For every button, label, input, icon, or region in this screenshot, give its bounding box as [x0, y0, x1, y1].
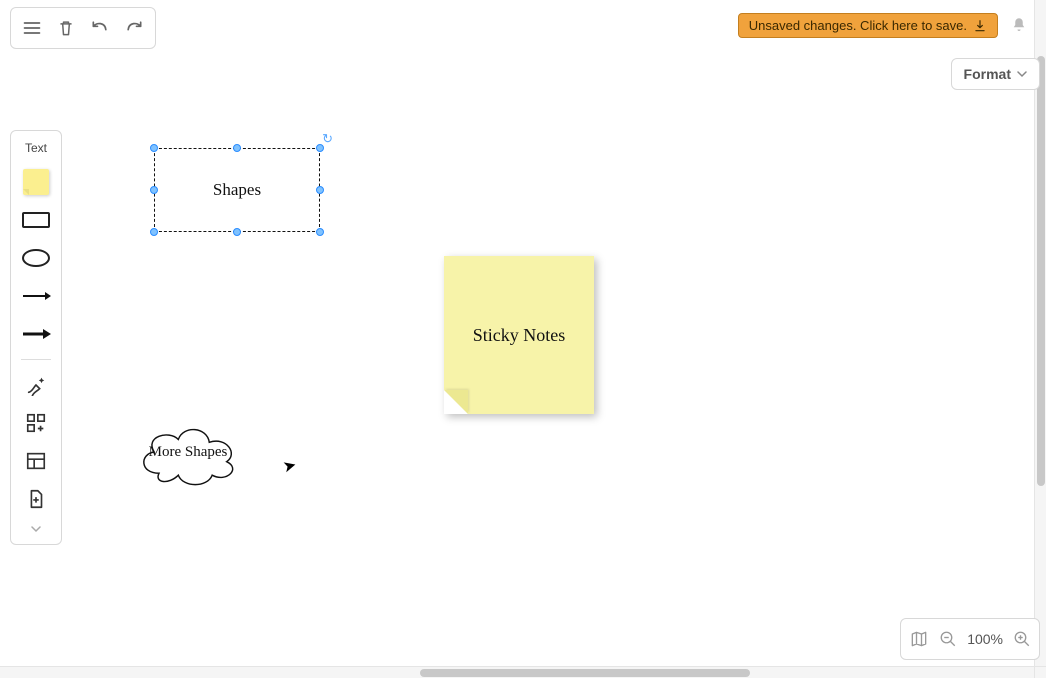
format-button[interactable]: Format [951, 58, 1040, 90]
unsaved-changes-banner[interactable]: Unsaved changes. Click here to save. [738, 13, 998, 38]
map-icon [909, 629, 929, 649]
line-tool[interactable] [18, 281, 54, 311]
shapes-plus-icon [25, 412, 47, 434]
toolbox-expand[interactable] [31, 518, 41, 540]
chevron-down-icon [31, 525, 41, 533]
rotate-handle-icon[interactable]: ↻ [322, 131, 333, 147]
sticky-note-tool[interactable] [18, 167, 54, 197]
zoom-in-button[interactable] [1013, 630, 1031, 648]
bell-icon [1010, 16, 1028, 34]
sticky-note[interactable]: Sticky Notes [444, 256, 594, 414]
sticky-note-icon [23, 169, 49, 195]
trash-icon [56, 18, 76, 38]
ellipse-tool[interactable] [18, 243, 54, 273]
undo-button[interactable] [85, 13, 115, 43]
toolbox-divider [21, 359, 51, 360]
pencil-sparkle-icon [25, 374, 47, 396]
delete-button[interactable] [51, 13, 81, 43]
menu-button[interactable] [17, 13, 47, 43]
resize-handle-tl[interactable] [150, 144, 158, 152]
zoom-level[interactable]: 100% [967, 631, 1003, 647]
shape-toolbox: Text [10, 130, 62, 545]
top-toolbar [10, 7, 156, 49]
toolbox-heading: Text [25, 141, 47, 155]
add-shape-tool[interactable] [18, 408, 54, 438]
notifications-button[interactable] [1010, 16, 1028, 39]
table-tool[interactable] [18, 446, 54, 476]
line-icon [21, 289, 51, 303]
zoom-out-icon [939, 630, 957, 648]
unsaved-changes-text: Unsaved changes. Click here to save. [749, 18, 967, 33]
sticky-note-label: Sticky Notes [473, 325, 566, 346]
pointer-cursor-icon: ➤ [281, 455, 299, 478]
file-plus-icon [25, 488, 47, 510]
undo-icon [90, 18, 110, 38]
shape-rectangle-selected[interactable]: Shapes ↻ [154, 148, 320, 232]
hamburger-icon [22, 18, 42, 38]
template-tool[interactable] [18, 484, 54, 514]
resize-handle-br[interactable] [316, 228, 324, 236]
chevron-down-icon [1017, 69, 1027, 79]
freehand-tool[interactable] [18, 370, 54, 400]
resize-handle-bm[interactable] [233, 228, 241, 236]
shape-cloud[interactable]: More Shapes [130, 415, 246, 489]
table-icon [25, 450, 47, 472]
download-icon [973, 19, 987, 33]
canvas[interactable]: Shapes ↻ Sticky Notes More Shapes ➤ [0, 0, 1046, 678]
ellipse-icon [22, 249, 50, 267]
shape-cloud-label: More Shapes [149, 443, 228, 461]
resize-handle-mr[interactable] [316, 186, 324, 194]
arrow-tool[interactable] [18, 319, 54, 349]
format-label: Format [964, 66, 1011, 82]
rectangle-tool[interactable] [18, 205, 54, 235]
shape-rectangle-label: Shapes [213, 180, 261, 200]
arrow-icon [21, 327, 51, 341]
redo-icon [124, 18, 144, 38]
resize-handle-bl[interactable] [150, 228, 158, 236]
zoom-bar: 100% [900, 618, 1040, 660]
resize-handle-ml[interactable] [150, 186, 158, 194]
zoom-out-button[interactable] [939, 630, 957, 648]
resize-handle-tm[interactable] [233, 144, 241, 152]
rectangle-icon [22, 212, 50, 228]
outline-toggle[interactable] [909, 629, 929, 649]
zoom-in-icon [1013, 630, 1031, 648]
redo-button[interactable] [119, 13, 149, 43]
